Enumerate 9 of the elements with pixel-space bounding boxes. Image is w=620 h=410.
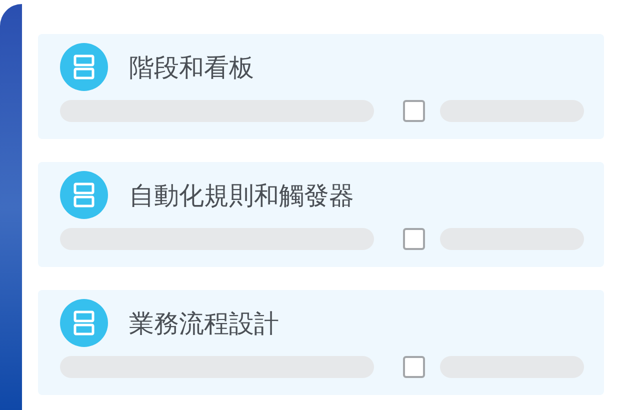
layout-icon (60, 43, 108, 91)
layout-icon (60, 171, 108, 219)
item-title: 階段和看板 (129, 52, 254, 84)
layout-icon (60, 299, 108, 347)
checkbox[interactable] (403, 356, 425, 378)
checkbox[interactable] (403, 100, 425, 122)
checkbox[interactable] (403, 228, 425, 250)
item-title: 自動化規則和觸發器 (129, 180, 354, 212)
item-title: 業務流程設計 (129, 308, 279, 340)
